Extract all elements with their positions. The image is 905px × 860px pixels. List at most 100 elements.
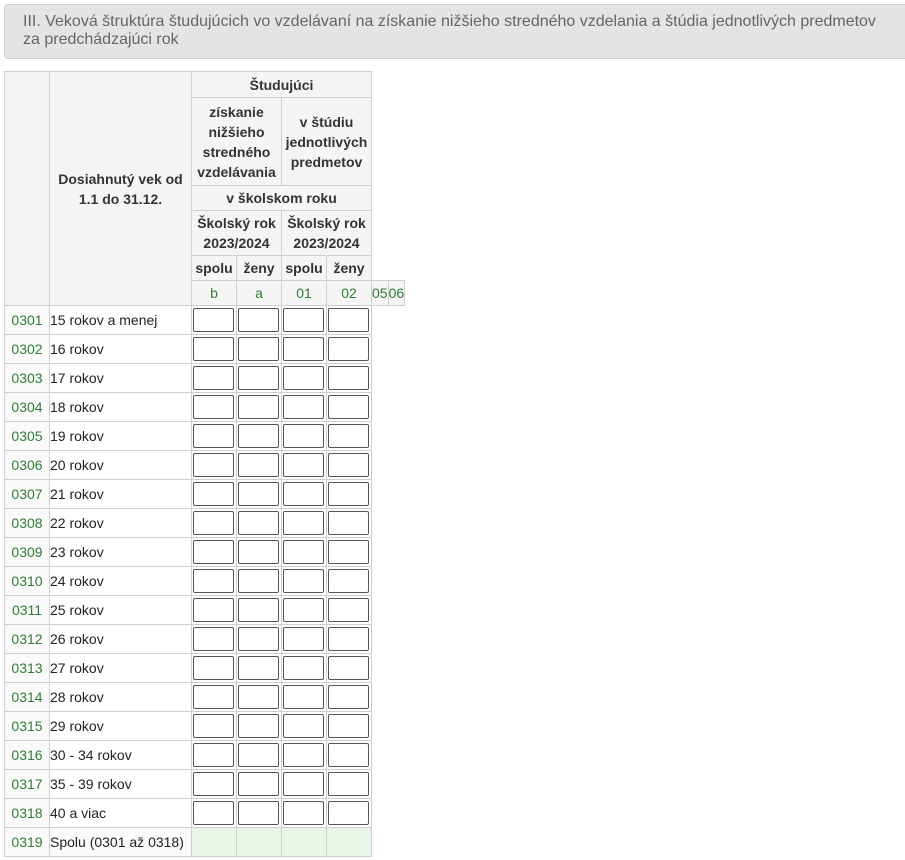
- value-input-05[interactable]: [283, 540, 324, 564]
- value-input-01[interactable]: [193, 482, 234, 506]
- input-cell: [236, 769, 282, 799]
- table-row: 0309 23 rokov: [4, 537, 405, 567]
- value-input-02[interactable]: [238, 366, 279, 390]
- input-cell: [326, 479, 372, 509]
- total-cell-02: [236, 827, 282, 857]
- value-input-01[interactable]: [193, 685, 234, 709]
- value-input-02[interactable]: [238, 743, 279, 767]
- input-cell: [191, 711, 237, 741]
- value-input-01[interactable]: [193, 743, 234, 767]
- value-input-05[interactable]: [283, 801, 324, 825]
- value-input-05[interactable]: [283, 424, 324, 448]
- value-input-02[interactable]: [238, 482, 279, 506]
- input-cell: [326, 798, 372, 828]
- value-input-01[interactable]: [193, 337, 234, 361]
- input-cell: [191, 769, 237, 799]
- input-cell: [236, 479, 282, 509]
- value-input-01[interactable]: [193, 366, 234, 390]
- value-input-05[interactable]: [283, 453, 324, 477]
- value-input-01[interactable]: [193, 801, 234, 825]
- value-input-06[interactable]: [328, 685, 369, 709]
- value-input-05[interactable]: [283, 772, 324, 796]
- value-input-06[interactable]: [328, 801, 369, 825]
- value-input-06[interactable]: [328, 627, 369, 651]
- value-input-06[interactable]: [328, 656, 369, 680]
- value-input-02[interactable]: [238, 656, 279, 680]
- table-row: 0310 24 rokov: [4, 566, 405, 596]
- input-cell: [191, 421, 237, 451]
- value-input-02[interactable]: [238, 685, 279, 709]
- row-code: 0301: [4, 305, 50, 335]
- value-input-01[interactable]: [193, 656, 234, 680]
- value-input-06[interactable]: [328, 308, 369, 332]
- value-input-01[interactable]: [193, 453, 234, 477]
- value-input-06[interactable]: [328, 453, 369, 477]
- lower-secondary-header: získanie nižšieho stredného vzdelávania: [191, 97, 282, 186]
- value-input-05[interactable]: [283, 714, 324, 738]
- input-cell: [326, 682, 372, 712]
- input-cell: [326, 624, 372, 654]
- value-input-06[interactable]: [328, 366, 369, 390]
- input-cell: [281, 479, 327, 509]
- value-input-02[interactable]: [238, 540, 279, 564]
- value-input-06[interactable]: [328, 511, 369, 535]
- value-input-06[interactable]: [328, 540, 369, 564]
- value-input-06[interactable]: [328, 772, 369, 796]
- value-input-02[interactable]: [238, 395, 279, 419]
- value-input-05[interactable]: [283, 366, 324, 390]
- value-input-05[interactable]: [283, 511, 324, 535]
- value-input-05[interactable]: [283, 395, 324, 419]
- value-input-02[interactable]: [238, 337, 279, 361]
- value-input-02[interactable]: [238, 801, 279, 825]
- table-row: 0308 22 rokov: [4, 508, 405, 538]
- table-row: 0314 28 rokov: [4, 682, 405, 712]
- input-cell: [326, 537, 372, 567]
- row-code: 0316: [4, 740, 50, 770]
- value-input-06[interactable]: [328, 598, 369, 622]
- value-input-05[interactable]: [283, 627, 324, 651]
- value-input-02[interactable]: [238, 424, 279, 448]
- value-input-01[interactable]: [193, 714, 234, 738]
- value-input-02[interactable]: [238, 569, 279, 593]
- value-input-06[interactable]: [328, 743, 369, 767]
- value-input-02[interactable]: [238, 598, 279, 622]
- value-input-01[interactable]: [193, 772, 234, 796]
- input-cell: [281, 566, 327, 596]
- value-input-01[interactable]: [193, 511, 234, 535]
- value-input-01[interactable]: [193, 569, 234, 593]
- value-input-02[interactable]: [238, 308, 279, 332]
- value-input-06[interactable]: [328, 482, 369, 506]
- value-input-06[interactable]: [328, 395, 369, 419]
- value-input-01[interactable]: [193, 598, 234, 622]
- input-cell: [281, 537, 327, 567]
- value-input-02[interactable]: [238, 453, 279, 477]
- value-input-02[interactable]: [238, 714, 279, 738]
- input-cell: [191, 363, 237, 393]
- input-cell: [191, 392, 237, 422]
- value-input-06[interactable]: [328, 714, 369, 738]
- value-input-02[interactable]: [238, 772, 279, 796]
- input-cell: [191, 305, 237, 335]
- value-input-02[interactable]: [238, 511, 279, 535]
- value-input-01[interactable]: [193, 308, 234, 332]
- value-input-05[interactable]: [283, 656, 324, 680]
- value-input-05[interactable]: [283, 337, 324, 361]
- value-input-01[interactable]: [193, 627, 234, 651]
- value-input-05[interactable]: [283, 743, 324, 767]
- value-input-06[interactable]: [328, 569, 369, 593]
- value-input-01[interactable]: [193, 395, 234, 419]
- value-input-06[interactable]: [328, 424, 369, 448]
- school-year-header-2: Školský rok 2023/2024: [281, 210, 372, 256]
- value-input-01[interactable]: [193, 540, 234, 564]
- input-cell: [236, 305, 282, 335]
- value-input-01[interactable]: [193, 424, 234, 448]
- value-input-05[interactable]: [283, 482, 324, 506]
- value-input-06[interactable]: [328, 337, 369, 361]
- value-input-05[interactable]: [283, 308, 324, 332]
- table-row: 0303 17 rokov: [4, 363, 405, 393]
- value-input-05[interactable]: [283, 569, 324, 593]
- value-input-02[interactable]: [238, 627, 279, 651]
- value-input-05[interactable]: [283, 598, 324, 622]
- value-input-05[interactable]: [283, 685, 324, 709]
- input-cell: [326, 595, 372, 625]
